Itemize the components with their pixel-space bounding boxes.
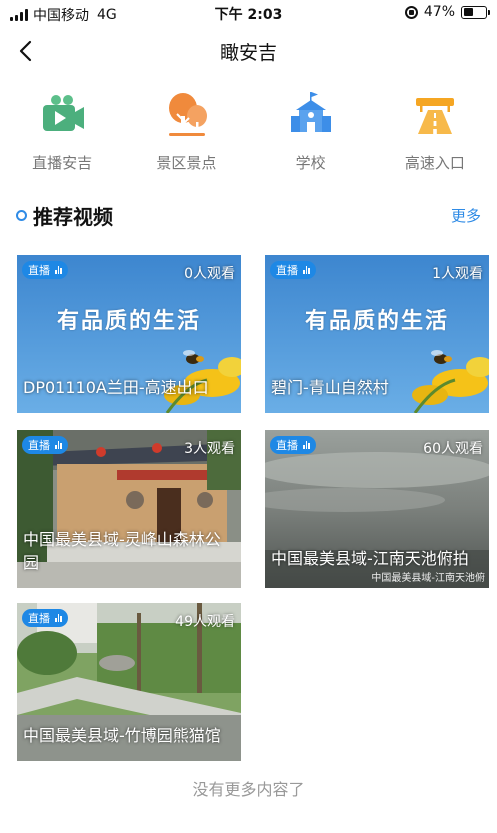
live-badge-label: 直播 — [28, 612, 50, 625]
video-title: 中国最美县域-江南天池俯拍 — [271, 549, 469, 568]
viewer-count: 60人观看 — [423, 441, 483, 457]
status-bar: 中国移动 4G 下午 2:03 47% — [0, 0, 497, 26]
viewer-count: 49人观看 — [175, 614, 235, 630]
video-card[interactable]: 直播 60人观看 中国最美县域-江南天池俯拍 中国最美县域-江南天池俯 — [265, 430, 489, 588]
video-title: 中国最美县域-竹博园熊猫馆 — [23, 726, 221, 745]
live-bars-icon — [303, 441, 310, 449]
live-badge-label: 直播 — [28, 264, 50, 277]
video-card[interactable]: 有品质的生活 直播 0人观看 DP01110A兰田-高速出口 — [17, 255, 241, 413]
viewer-count: 1人观看 — [432, 266, 483, 282]
viewer-count: 3人观看 — [184, 441, 235, 457]
live-bars-icon — [303, 266, 310, 274]
video-slogan: 有品质的生活 — [304, 308, 449, 334]
section-dot-icon — [16, 210, 27, 221]
video-title: 碧门-青山自然村 — [271, 378, 389, 397]
highway-icon — [415, 98, 454, 134]
category-row: 直播安吉 景区景点 学校 高速入口 — [0, 90, 497, 180]
more-link[interactable]: 更多 — [451, 205, 481, 226]
live-badge: 直播 — [22, 436, 68, 454]
category-label: 直播安吉 — [32, 154, 93, 172]
battery-percent: 47% — [423, 4, 455, 20]
video-title: 中国最美县域-灵峰山森林公园 — [23, 530, 221, 572]
school-icon — [290, 92, 331, 132]
category-highway-entrance[interactable]: 高速入口 — [373, 90, 497, 180]
live-badge: 直播 — [270, 261, 316, 279]
category-label: 高速入口 — [404, 154, 465, 172]
live-bars-icon — [55, 441, 62, 449]
live-badge: 直播 — [22, 609, 68, 627]
video-camera-icon — [43, 95, 85, 131]
section-title: 推荐视频 — [33, 205, 113, 229]
video-slogan: 有品质的生活 — [56, 308, 201, 334]
category-live-anji[interactable]: 直播安吉 — [0, 90, 124, 180]
tree-scenic-icon — [169, 93, 208, 136]
video-card[interactable]: 直播 3人观看 中国最美县域-灵峰山森林公园 — [17, 430, 241, 588]
rotation-lock-icon — [404, 5, 418, 19]
video-card[interactable]: 直播 49人观看 中国最美县域-竹博园熊猫馆 — [17, 603, 241, 761]
live-badge-label: 直播 — [28, 439, 50, 452]
viewer-count: 0人观看 — [184, 266, 235, 282]
battery-icon — [461, 5, 490, 19]
live-bars-icon — [55, 614, 62, 622]
category-label: 学校 — [295, 154, 326, 172]
live-badge-label: 直播 — [276, 439, 298, 452]
no-more-content: 没有更多内容了 — [192, 780, 305, 799]
live-badge: 直播 — [22, 261, 68, 279]
category-label: 景区景点 — [156, 154, 217, 172]
live-badge: 直播 — [270, 436, 316, 454]
page-title: 瞰安吉 — [219, 42, 277, 64]
live-bars-icon — [55, 266, 62, 274]
video-card[interactable]: 有品质的生活 直播 1人观看 碧门-青山自然村 — [265, 255, 489, 413]
category-scenic-spots[interactable]: 景区景点 — [124, 90, 248, 180]
section-header: 推荐视频 更多 — [0, 198, 497, 232]
nav-bar: 瞰安吉 — [0, 26, 497, 76]
live-badge-label: 直播 — [276, 264, 298, 277]
video-title: DP01110A兰田-高速出口 — [23, 378, 209, 397]
video-watermark: 中国最美县域-江南天池俯 — [371, 573, 485, 584]
category-school[interactable]: 学校 — [249, 90, 373, 180]
